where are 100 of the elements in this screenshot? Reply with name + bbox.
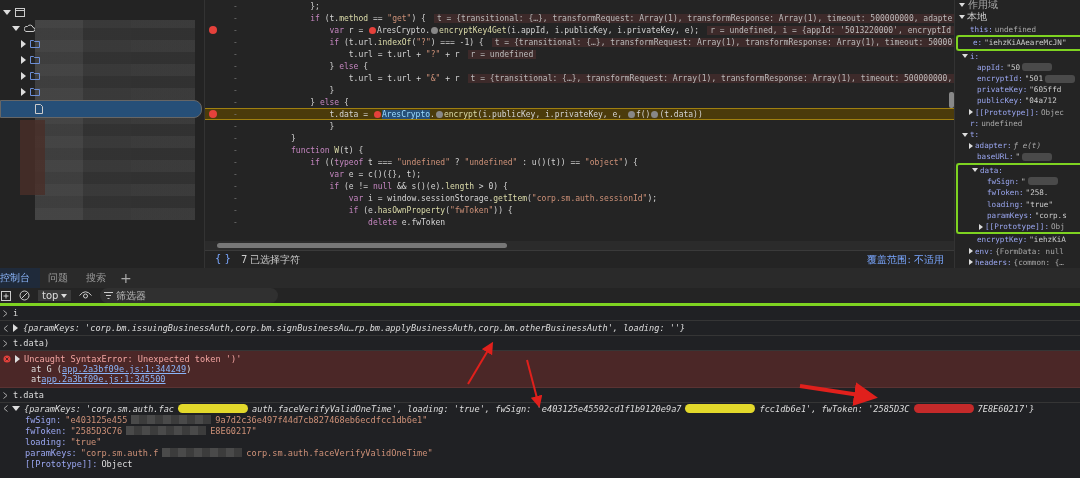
inline-breakpoint-icon[interactable] (627, 110, 635, 118)
line-number: - (233, 181, 238, 191)
source-link[interactable]: app.2a3bf09e.js:1:345500 (41, 374, 166, 384)
code-line: if (t.method == "get") { (309, 13, 426, 23)
redaction-blur (1027, 177, 1058, 186)
line-number: - (233, 205, 238, 215)
expand-arrow-icon[interactable] (21, 40, 26, 48)
collapse-arrow-icon[interactable] (959, 3, 965, 7)
inline-breakpoint-icon[interactable] (373, 110, 381, 118)
code-line: } (328, 85, 335, 95)
code-text: t.data = (328, 109, 370, 119)
error-message: Uncaught SyntaxError: Unexpected token ')' (24, 354, 242, 364)
code-text: encryptKey4Get(i.appId, i.publicKey, i.privateKey, e); (439, 25, 700, 35)
panel-tab[interactable]: 问题 (40, 268, 78, 288)
line-number: - (233, 1, 238, 11)
inline-breakpoint-icon[interactable] (369, 26, 377, 34)
stack-text: at (31, 374, 42, 384)
source-link[interactable]: app.2a3bf09e.js:1:344249 (62, 364, 187, 374)
expand-arrow-icon[interactable] (969, 248, 973, 255)
inline-value: r = undefined (467, 49, 537, 59)
expand-arrow-icon[interactable] (969, 142, 973, 149)
collapse-arrow-icon[interactable] (12, 25, 20, 31)
property-key: fwSign: (25, 414, 62, 425)
code-line: } else { (328, 61, 369, 71)
line-number: - (233, 13, 238, 23)
inline-breakpoint-icon[interactable] (435, 110, 443, 118)
redaction-blur (1022, 63, 1053, 72)
scrollbar-thumb[interactable] (949, 92, 954, 108)
line-number: - (233, 133, 238, 143)
line-number: - (233, 109, 238, 119)
code-line: delete e.fwToken (367, 217, 446, 227)
eye-icon[interactable] (79, 291, 93, 300)
line-number: - (233, 157, 238, 167)
collapse-arrow-icon[interactable] (959, 15, 965, 19)
scope-section-label[interactable]: 本地 (967, 10, 987, 24)
code-text: var r = (328, 25, 365, 35)
property-value: Object (101, 458, 133, 469)
clear-console-icon[interactable] (19, 290, 30, 301)
stack-text: at G ( (31, 364, 63, 374)
coverage-status[interactable]: 覆盖范围: 不适用 (867, 252, 944, 267)
window-icon (15, 7, 25, 17)
scope-title[interactable]: 作用域 (968, 0, 998, 12)
property-key: loading: (25, 436, 67, 447)
expand-arrow-icon[interactable] (21, 72, 26, 80)
expand-arrow-icon[interactable] (15, 355, 20, 363)
code-line: t.url = t.url + "?" + r (347, 49, 460, 59)
code-text: AresCrypto. (381, 109, 435, 119)
line-number: - (233, 61, 238, 71)
code-line: } (290, 133, 296, 143)
collapse-arrow-icon[interactable] (972, 168, 978, 173)
property-value: E8E60217" (210, 425, 257, 436)
expand-arrow-icon[interactable] (21, 56, 26, 64)
code-text: (t.data)) (659, 109, 703, 119)
console-output: {paramKeys: 'corp.bm.issuingBusinessAuth,corp.bm.signBusinessAu…rp.bm.applyBusinessAuth,corp.bm.otherBusinessAuth', loading: ''} (23, 323, 686, 333)
add-tab-button[interactable]: + (120, 270, 132, 286)
sidebar-toggle-icon[interactable] (1, 290, 11, 301)
stack-text: ) (186, 364, 192, 374)
collapse-arrow-icon[interactable] (962, 54, 968, 59)
panel-tab[interactable]: 控制台 (0, 268, 40, 288)
error-icon (3, 355, 11, 363)
breakpoint-icon[interactable] (209, 26, 217, 34)
expand-arrow-icon[interactable] (13, 324, 18, 332)
annotation-arrow (467, 341, 494, 385)
expand-arrow-icon[interactable] (979, 223, 983, 230)
property-value: "true" (70, 436, 102, 447)
code-line: var i = window.sessionStorage.getItem("corp.sm.auth.sessionId"); (347, 193, 658, 203)
line-number: - (233, 25, 238, 35)
property-key: paramKeys: (25, 447, 77, 458)
expand-arrow-icon[interactable] (969, 109, 973, 116)
code-line: if (e != null && s()(e).length > 0) { (328, 181, 508, 191)
collapse-arrow-icon[interactable] (962, 132, 968, 137)
property-key: fwToken: (25, 425, 67, 436)
prompt-icon (3, 309, 8, 317)
collapse-arrow-icon[interactable] (12, 406, 20, 411)
code-line: function W(t) { (290, 145, 364, 155)
inline-breakpoint-icon[interactable] (651, 110, 659, 118)
code-text: AresCrypto. (377, 25, 431, 35)
inline-value: t = {transitional: {…}, transformRequest: Array(1), transformResponse: Array(1), timeout: 50000 (491, 37, 954, 47)
object-summary: fcc1db6e1', fwToken: '2585D3C (759, 403, 910, 414)
cloud-icon (24, 24, 35, 32)
code-line: var e = c()({}, t); (328, 169, 422, 179)
pretty-print-button[interactable]: { } (215, 252, 231, 267)
line-number: - (233, 193, 238, 203)
collapse-arrow-icon[interactable] (3, 9, 11, 15)
redaction-blur (1022, 152, 1053, 161)
line-number: - (233, 97, 238, 107)
property-value: "2585D3C76 (70, 425, 123, 436)
context-dropdown[interactable]: top (38, 290, 72, 301)
caret-icon (61, 293, 68, 298)
breakpoint-icon[interactable] (209, 110, 217, 118)
code-line: } else { (309, 97, 349, 107)
code-line: }; (309, 1, 320, 11)
panel-tab[interactable]: 搜索 (78, 268, 116, 288)
filter-field[interactable]: 筛选器 (100, 288, 279, 303)
line-number: - (233, 49, 238, 59)
scrollbar-thumb[interactable] (217, 243, 507, 248)
code-line: t.url = t.url + "&" + r (347, 73, 460, 83)
line-number: - (233, 121, 238, 131)
prompt-icon (3, 391, 8, 399)
inline-breakpoint-icon[interactable] (431, 26, 439, 34)
